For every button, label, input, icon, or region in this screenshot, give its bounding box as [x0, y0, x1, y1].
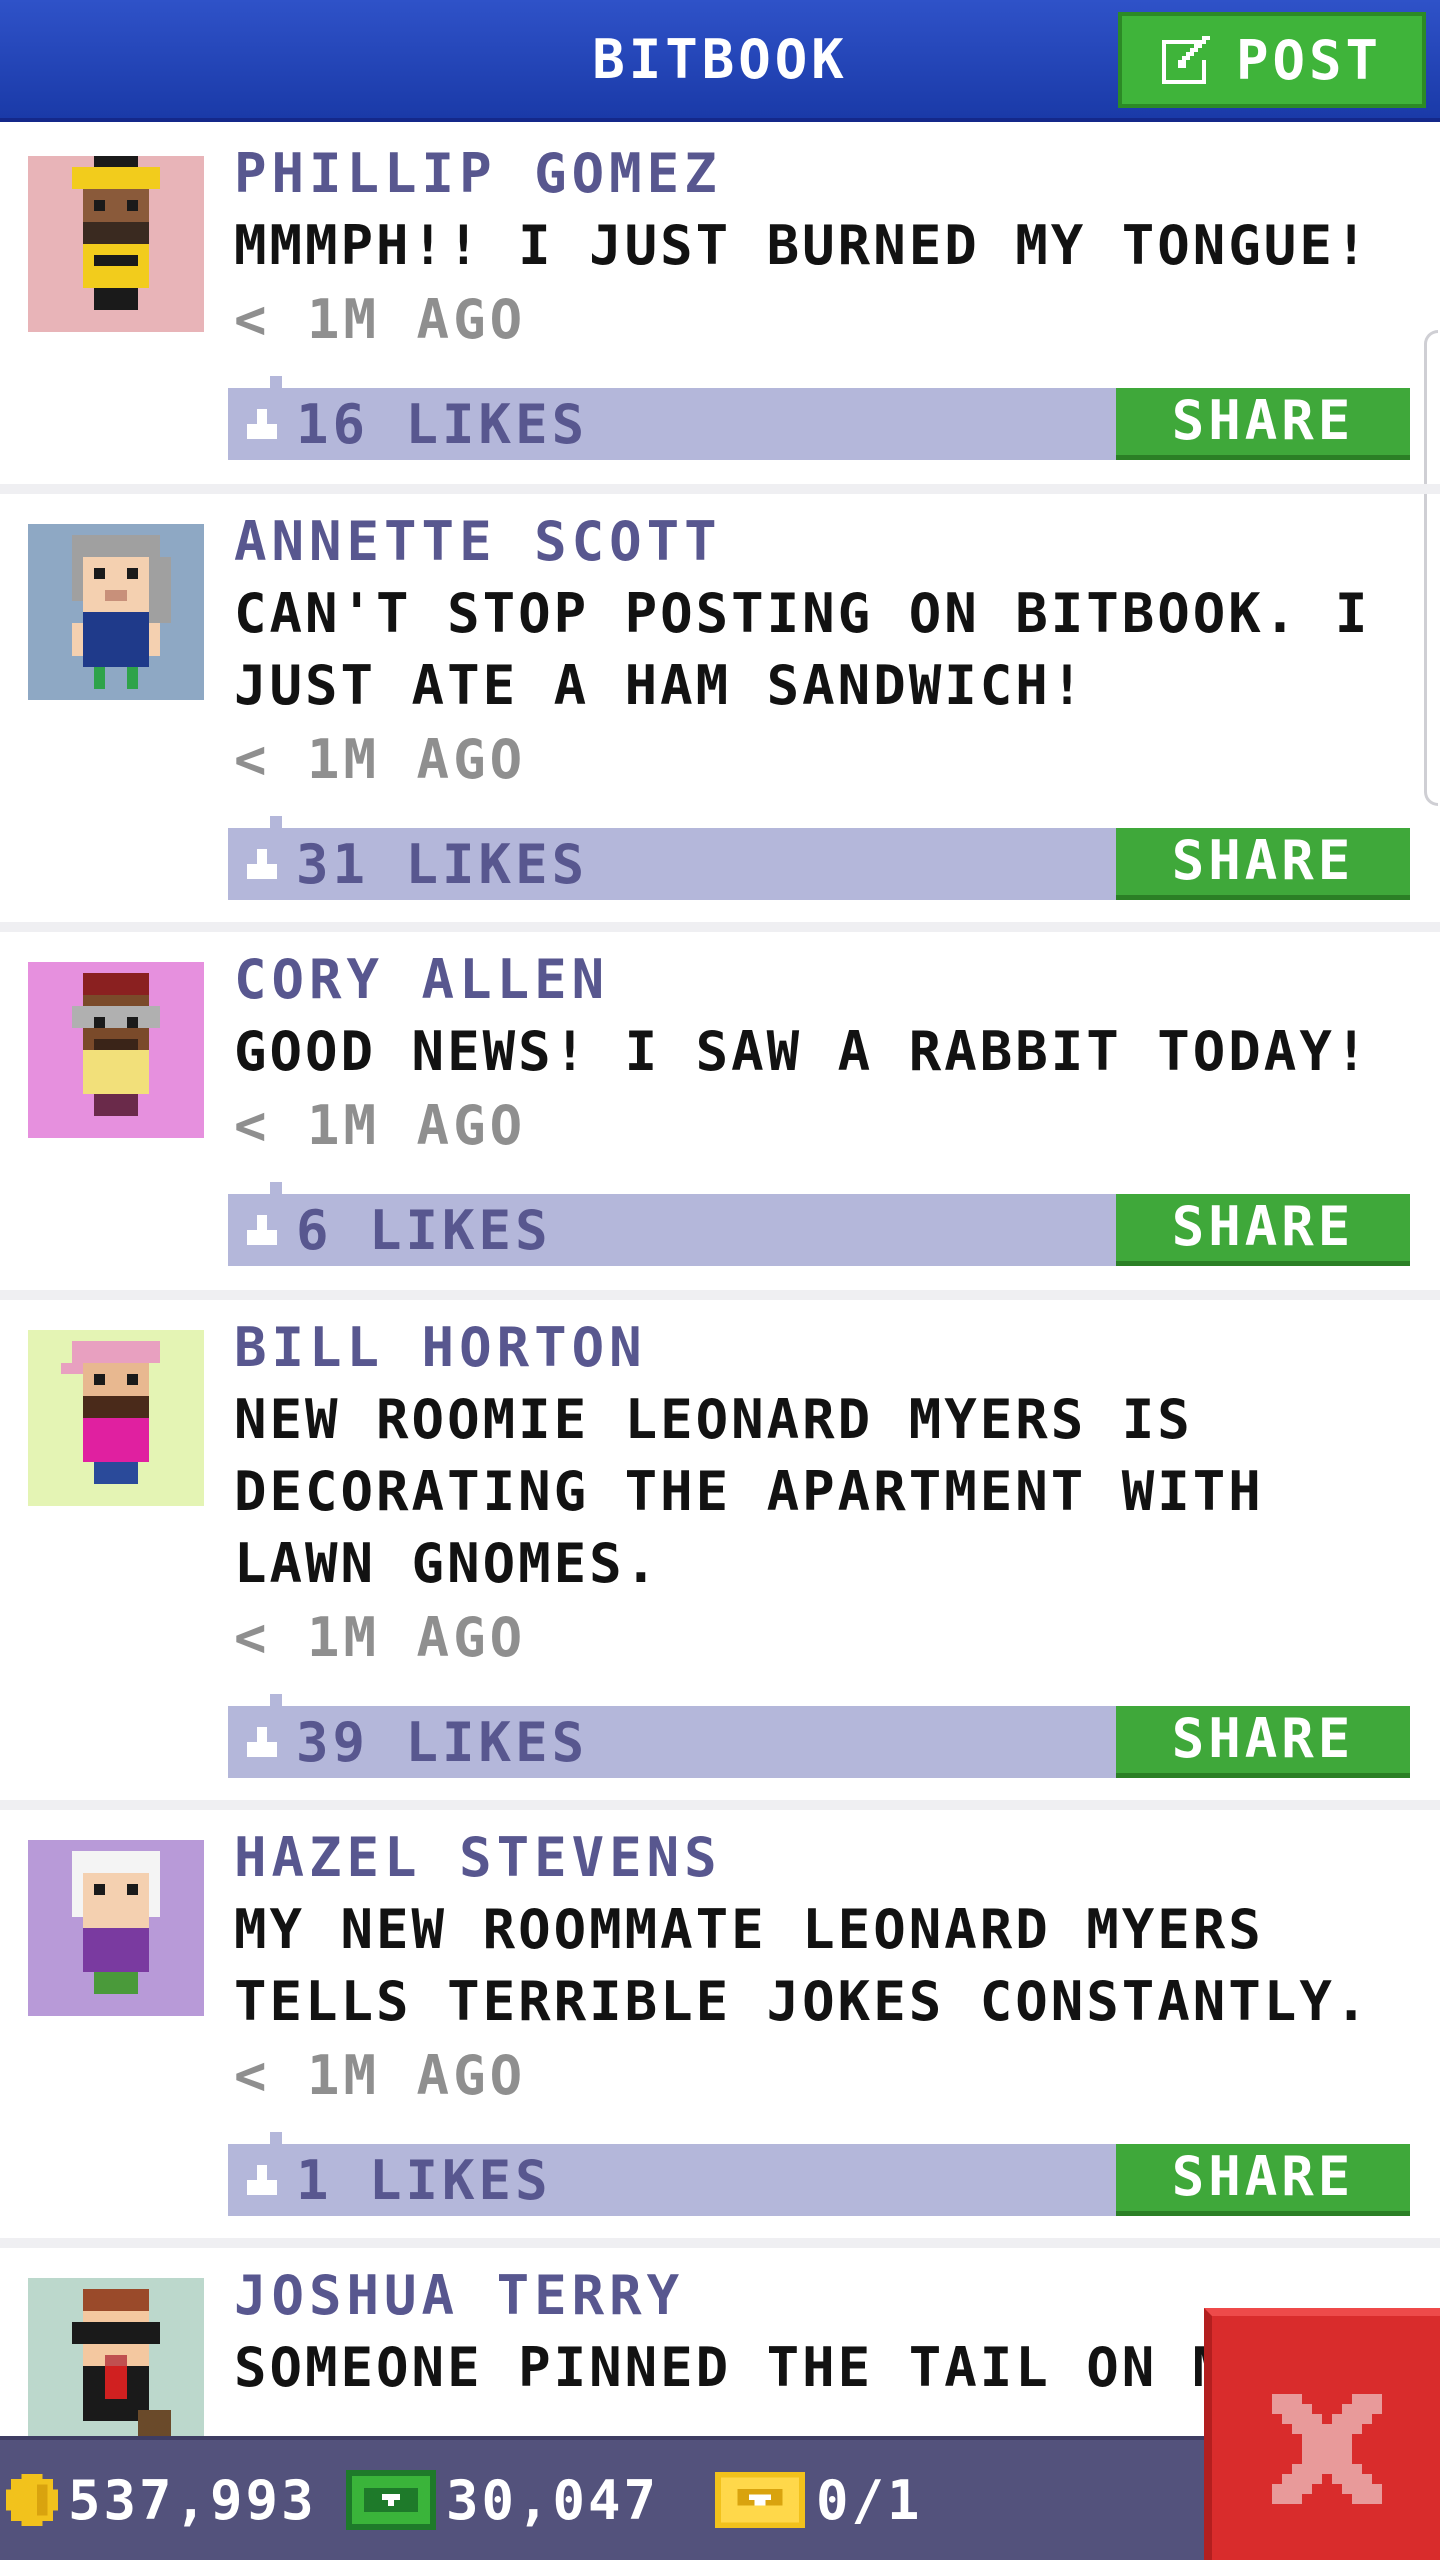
like-button[interactable]: 6 LIKES — [228, 1194, 552, 1266]
post-author[interactable]: HAZEL STEVENS — [234, 1826, 722, 1889]
post-message: MMMPH!! I JUST BURNED MY TONGUE! — [234, 214, 1371, 277]
post-time: < 1M AGO — [234, 1094, 527, 1157]
likes-bar: 39 LIKES SHARE — [228, 1694, 1410, 1778]
post-author[interactable]: ANNETTE SCOTT — [234, 510, 722, 573]
coin-icon — [6, 2474, 58, 2526]
post-button-label: POST — [1236, 28, 1383, 92]
like-thumb-icon — [247, 409, 277, 439]
post-author[interactable]: JOSHUA TERRY — [234, 2264, 684, 2327]
post-time: < 1M AGO — [234, 1606, 527, 1669]
ticket-icon — [715, 2472, 805, 2528]
like-button[interactable]: 31 LIKES — [228, 828, 588, 900]
tickets-stat: 0/1 — [714, 2440, 923, 2560]
avatar — [28, 1330, 204, 1506]
post-message: CAN'T STOP POSTING ON BITBOOK. I JUST AT… — [234, 582, 1371, 717]
likes-count: 16 LIKES — [296, 392, 589, 456]
share-button[interactable]: SHARE — [1116, 2144, 1410, 2216]
like-thumb-icon — [247, 849, 277, 879]
like-thumb-icon — [247, 1727, 277, 1757]
likes-count: 31 LIKES — [296, 832, 589, 896]
tickets-value: 0/1 — [816, 2468, 923, 2532]
coins-value: 537,993 — [68, 2468, 317, 2532]
likes-bar: 16 LIKES SHARE — [228, 376, 1410, 460]
likes-count: 6 LIKES — [296, 1198, 552, 1262]
post-divider — [0, 1800, 1440, 1810]
likes-bar: 1 LIKES SHARE — [228, 2132, 1410, 2216]
like-button[interactable]: 16 LIKES — [228, 388, 588, 460]
post-message: NEW ROOMIE LEONARD MYERS IS DECORATING T… — [234, 1388, 1264, 1595]
app-header: BITBOOK POST — [0, 0, 1440, 122]
share-button[interactable]: SHARE — [1116, 828, 1410, 900]
post-divider — [0, 1290, 1440, 1300]
post-author[interactable]: CORY ALLEN — [234, 948, 609, 1011]
close-icon — [1272, 2394, 1382, 2504]
post-author[interactable]: PHILLIP GOMEZ — [234, 142, 722, 205]
bux-stat: 30,047 — [346, 2440, 659, 2560]
scroll-indicator — [1424, 330, 1438, 806]
post-message: MY NEW ROOMMATE LEONARD MYERS TELLS TERR… — [234, 1898, 1371, 2033]
like-thumb-icon — [247, 2165, 277, 2195]
bux-icon — [346, 2470, 436, 2530]
avatar — [28, 2278, 204, 2454]
post-button[interactable]: POST — [1118, 12, 1426, 108]
coins-stat: 537,993 — [6, 2440, 317, 2560]
post-divider — [0, 484, 1440, 494]
share-button[interactable]: SHARE — [1116, 388, 1410, 460]
post-author[interactable]: BILL HORTON — [234, 1316, 647, 1379]
post-message: GOOD NEWS! I SAW A RABBIT TODAY! — [234, 1020, 1371, 1083]
like-thumb-icon — [247, 1215, 277, 1245]
avatar — [28, 1840, 204, 2016]
likes-bar: 31 LIKES SHARE — [228, 816, 1410, 900]
likes-bar: 6 LIKES SHARE — [228, 1182, 1410, 1266]
bux-value: 30,047 — [446, 2468, 660, 2532]
post-divider — [0, 2238, 1440, 2248]
avatar — [28, 962, 204, 1138]
post-time: < 1M AGO — [234, 728, 527, 791]
avatar — [28, 156, 204, 332]
share-button[interactable]: SHARE — [1116, 1706, 1410, 1778]
post-edit-icon — [1162, 36, 1210, 84]
post-divider — [0, 922, 1440, 932]
likes-count: 1 LIKES — [296, 2148, 552, 2212]
likes-count: 39 LIKES — [296, 1710, 589, 1774]
like-button[interactable]: 1 LIKES — [228, 2144, 552, 2216]
avatar — [28, 524, 204, 700]
post-time: < 1M AGO — [234, 288, 527, 351]
like-button[interactable]: 39 LIKES — [228, 1706, 588, 1778]
post-time: < 1M AGO — [234, 2044, 527, 2107]
share-button[interactable]: SHARE — [1116, 1194, 1410, 1266]
close-button[interactable] — [1204, 2308, 1440, 2560]
